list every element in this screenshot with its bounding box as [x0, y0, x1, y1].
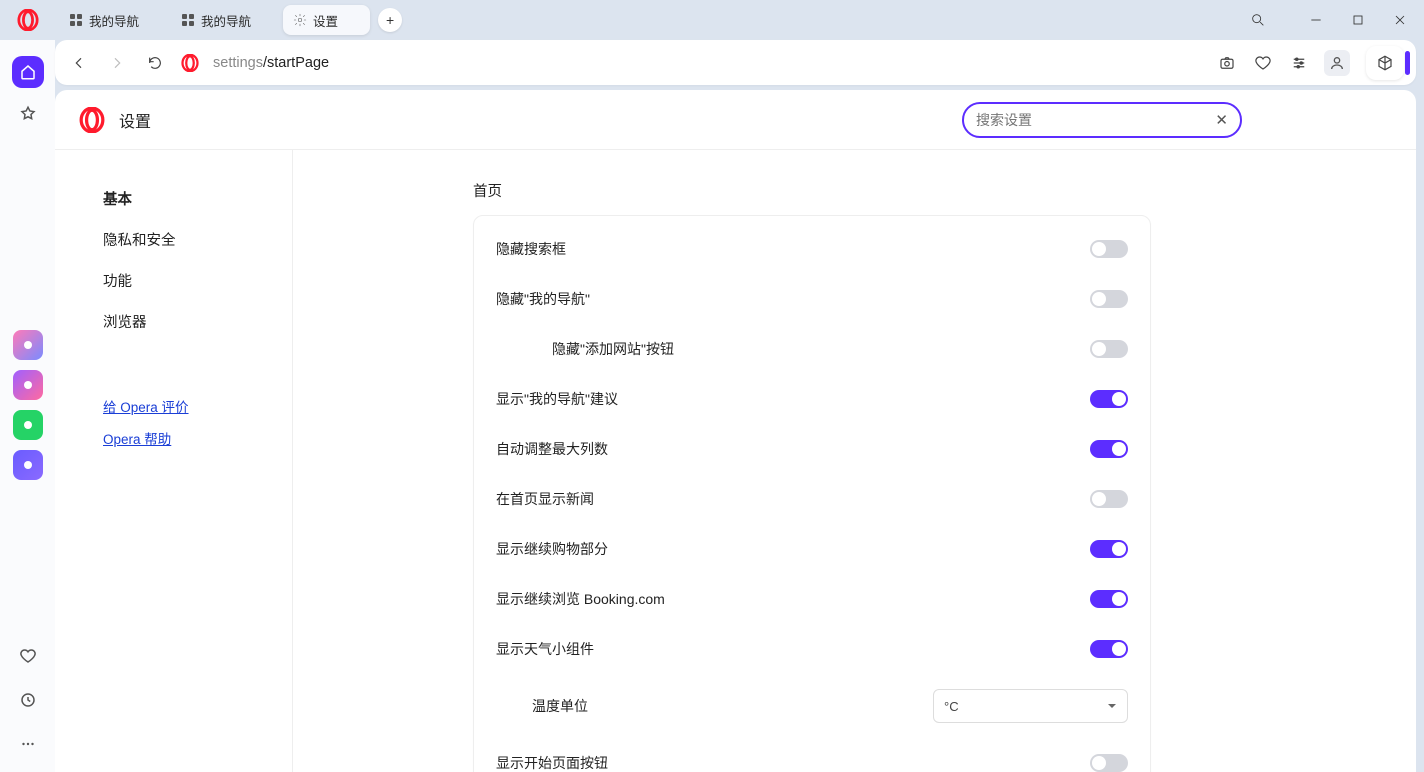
- close-button[interactable]: [1382, 4, 1418, 36]
- home-button[interactable]: [12, 56, 44, 88]
- tabs-row: 我的导航 我的导航 设置 +: [55, 5, 1240, 35]
- search-tabs-button[interactable]: [1240, 4, 1276, 36]
- setting-row[interactable]: 显示继续浏览 Booking.com: [474, 574, 1150, 624]
- setting-row[interactable]: 显示天气小组件: [474, 624, 1150, 674]
- setting-label: 自动调整最大列数: [496, 439, 1090, 459]
- setting-row[interactable]: 隐藏"我的导航": [474, 274, 1150, 324]
- clear-search-icon[interactable]: ✕: [1215, 111, 1228, 129]
- history-button[interactable]: [12, 684, 44, 716]
- toggle[interactable]: [1090, 590, 1128, 608]
- opera-icon: [181, 54, 199, 72]
- opera-icon: [79, 107, 105, 133]
- maximize-button[interactable]: [1340, 4, 1376, 36]
- settings-main: 首页 隐藏搜索框隐藏"我的导航" 隐藏"添加网站"按钮显示"我的导航"建议自动调整…: [293, 150, 1416, 772]
- settings-nav: 基本隐私和安全功能浏览器 给 Opera 评价Opera 帮助: [55, 150, 293, 772]
- left-sidebar: [0, 40, 55, 772]
- setting-label: 显示开始页面按钮: [496, 753, 1090, 772]
- sidebar-bottom: [12, 640, 44, 760]
- sidebar-app-app4[interactable]: [13, 450, 43, 480]
- toggle[interactable]: [1090, 640, 1128, 658]
- snapshot-button[interactable]: [1216, 52, 1238, 74]
- setting-row[interactable]: 温度单位°C: [474, 674, 1150, 738]
- setting-row[interactable]: 显示继续购物部分: [474, 524, 1150, 574]
- nav-link[interactable]: Opera 帮助: [103, 422, 292, 454]
- opera-logo[interactable]: [0, 9, 55, 31]
- tab-label: 设置: [313, 11, 338, 30]
- pinboards-button[interactable]: [12, 98, 44, 130]
- toggle[interactable]: [1090, 440, 1128, 458]
- reload-button[interactable]: [143, 51, 167, 75]
- nav-item[interactable]: 功能: [103, 260, 292, 301]
- url-bar[interactable]: settings/startPage: [213, 55, 329, 71]
- setting-row[interactable]: 隐藏搜索框: [474, 224, 1150, 274]
- tab-settings[interactable]: 设置: [283, 5, 370, 35]
- toggle[interactable]: [1090, 540, 1128, 558]
- sidebar-indicator: [1405, 51, 1410, 75]
- back-button[interactable]: [67, 51, 91, 75]
- bookmark-button[interactable]: [1252, 52, 1274, 74]
- sidebar-app-aria[interactable]: [13, 330, 43, 360]
- setting-label: 隐藏"添加网站"按钮: [552, 339, 1090, 359]
- grid-icon: [69, 13, 83, 27]
- settings-card: 隐藏搜索框隐藏"我的导航" 隐藏"添加网站"按钮显示"我的导航"建议自动调整最大列…: [473, 215, 1151, 772]
- gear-icon: [293, 13, 307, 27]
- toggle[interactable]: [1090, 340, 1128, 358]
- sidebar-app-messenger[interactable]: [13, 370, 43, 400]
- setting-label: 显示继续购物部分: [496, 539, 1090, 559]
- setting-label: 在首页显示新闻: [496, 489, 1090, 509]
- toggle[interactable]: [1090, 240, 1128, 258]
- tab-speeddial-1[interactable]: 我的导航: [59, 5, 171, 35]
- nav-item[interactable]: 基本: [103, 178, 292, 219]
- toolbar: settings/startPage: [55, 40, 1416, 85]
- search-settings[interactable]: ✕: [962, 102, 1242, 138]
- setting-row[interactable]: 隐藏"添加网站"按钮: [474, 324, 1150, 374]
- setting-label: 隐藏"我的导航": [496, 289, 1090, 309]
- tab-speeddial-2[interactable]: 我的导航: [171, 5, 283, 35]
- toggle[interactable]: [1090, 754, 1128, 772]
- setting-row[interactable]: 显示开始页面按钮: [474, 738, 1150, 772]
- toggle[interactable]: [1090, 290, 1128, 308]
- titlebar: 我的导航 我的导航 设置 +: [0, 0, 1424, 40]
- setting-label: 显示天气小组件: [496, 639, 1090, 659]
- heart-button[interactable]: [12, 640, 44, 672]
- extensions-button[interactable]: [1366, 46, 1404, 80]
- window-controls: [1240, 4, 1424, 36]
- content-frame: 设置 ✕ 基本隐私和安全功能浏览器 给 Opera 评价Opera 帮助 首页 …: [55, 90, 1416, 772]
- setting-label: 显示"我的导航"建议: [496, 389, 1090, 409]
- sidebar-app-whatsapp[interactable]: [13, 410, 43, 440]
- minimize-button[interactable]: [1298, 4, 1334, 36]
- temperature-select[interactable]: °C: [933, 689, 1128, 723]
- grid-icon: [181, 13, 195, 27]
- search-settings-input[interactable]: [976, 112, 1215, 128]
- nav-item[interactable]: 浏览器: [103, 301, 292, 342]
- setting-row[interactable]: 显示"我的导航"建议: [474, 374, 1150, 424]
- settings-title: 设置: [119, 108, 151, 132]
- easy-setup-button[interactable]: [1288, 52, 1310, 74]
- setting-row[interactable]: 自动调整最大列数: [474, 424, 1150, 474]
- new-tab-button[interactable]: +: [378, 8, 402, 32]
- nav-item[interactable]: 隐私和安全: [103, 219, 292, 260]
- more-button[interactable]: [12, 728, 44, 760]
- forward-button[interactable]: [105, 51, 129, 75]
- setting-row[interactable]: 在首页显示新闻: [474, 474, 1150, 524]
- profile-button[interactable]: [1324, 50, 1350, 76]
- toggle[interactable]: [1090, 390, 1128, 408]
- nav-link[interactable]: 给 Opera 评价: [103, 390, 292, 422]
- section-title: 首页: [473, 180, 1376, 201]
- setting-label: 显示继续浏览 Booking.com: [496, 589, 1090, 609]
- tab-label: 我的导航: [89, 11, 139, 30]
- settings-header: 设置 ✕: [55, 90, 1416, 150]
- tab-label: 我的导航: [201, 11, 251, 30]
- setting-label: 温度单位: [532, 696, 933, 716]
- toggle[interactable]: [1090, 490, 1128, 508]
- setting-label: 隐藏搜索框: [496, 239, 1090, 259]
